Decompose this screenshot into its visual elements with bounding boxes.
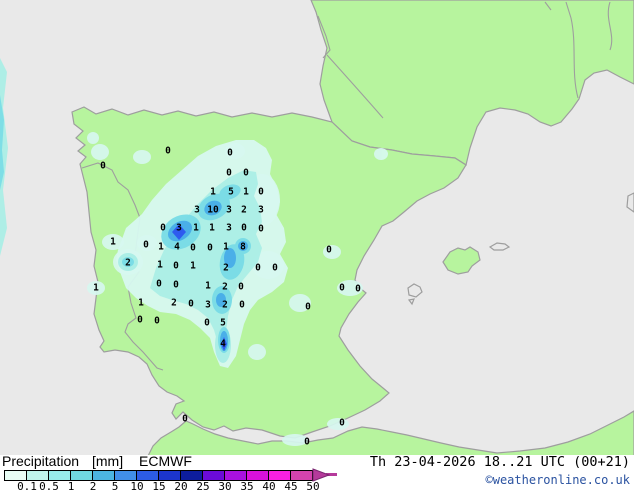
- legend-cell: [291, 471, 312, 480]
- legend-cell: [49, 471, 71, 480]
- legend-cell: [247, 471, 269, 480]
- legend-cell: [5, 471, 27, 480]
- precip-value: 1: [223, 242, 229, 253]
- precip-value: 10: [207, 205, 219, 216]
- precip-value: 1: [110, 237, 116, 248]
- precip-value: 3: [258, 205, 264, 216]
- precip-value: 0: [326, 245, 332, 256]
- precip-value: 0: [339, 418, 345, 429]
- precip-value: 3: [194, 205, 200, 216]
- precip-value: 4: [220, 339, 226, 350]
- precip-value: 3: [205, 300, 211, 311]
- precip-value: 1: [193, 223, 199, 234]
- precip-value: 0: [137, 315, 143, 326]
- unit-label: [mm]: [92, 453, 124, 469]
- precip-value: 1: [190, 261, 196, 272]
- precip-value: 0: [100, 161, 106, 172]
- legend-cell: [203, 471, 225, 480]
- datetime-label: Th 23-04-2026 18..21 UTC (00+21): [369, 454, 630, 470]
- precip-value: 0: [173, 280, 179, 291]
- precip-value: 0: [143, 240, 149, 251]
- precip-value: 1: [158, 242, 164, 253]
- precip-value: 0: [160, 223, 166, 234]
- precip-value: 0: [355, 284, 361, 295]
- precip-value: 0: [258, 187, 264, 198]
- precip-value: 2: [222, 300, 228, 311]
- map-canvas: 0 000 01 5 1 03 10 3 2 30 3 1 1 3 0 01 0 1 4 0 0 1 8 02 1 0 1 2 0 01 0…: [0, 0, 634, 456]
- legend-strip: Precipitation [mm] ECMWF Th 23-04-2026 1…: [0, 453, 634, 490]
- legend-cell: [93, 471, 115, 480]
- copyright-label: ©weatheronline.co.uk: [485, 473, 631, 487]
- precip-value: 0: [207, 243, 213, 254]
- legend-cell: [181, 471, 203, 480]
- precip-value: 0: [305, 302, 311, 313]
- legend-tick-label: 50: [306, 480, 320, 490]
- precip-value: 1: [209, 223, 215, 234]
- precip-value: 0: [190, 243, 196, 254]
- precip-value: 2: [171, 298, 177, 309]
- precip-value: 1: [210, 187, 216, 198]
- precip-value: 3: [226, 223, 232, 234]
- precip-value: 0: [304, 437, 310, 448]
- precip-value: 0: [238, 282, 244, 293]
- precip-value: 0: [165, 146, 171, 157]
- precip-value: 1: [205, 281, 211, 292]
- legend-cell: [137, 471, 159, 480]
- precip-value: 0: [204, 318, 210, 329]
- precip-value: 1: [157, 260, 163, 271]
- product-title: Precipitation: [2, 453, 80, 469]
- precip-value: 5: [220, 318, 226, 329]
- precip-value: 0: [156, 279, 162, 290]
- precip-value: 1: [93, 283, 99, 294]
- precip-value: 0: [173, 261, 179, 272]
- legend-cell: [269, 471, 291, 480]
- legend-cell: [27, 471, 49, 480]
- legend-cell: [71, 471, 93, 480]
- precip-value: 2: [241, 205, 247, 216]
- precip-value: 0: [182, 414, 188, 425]
- legend-cell: [159, 471, 181, 480]
- precip-value: 0: [188, 299, 194, 310]
- precip-value: 5: [228, 187, 234, 198]
- precip-value: 2: [125, 258, 131, 269]
- precip-value: 0: [239, 300, 245, 311]
- legend-cell: [115, 471, 137, 480]
- precip-value: 0: [272, 263, 278, 274]
- precip-value: 3: [176, 223, 182, 234]
- precip-value: 3: [226, 205, 232, 216]
- precip-value: 0: [339, 283, 345, 294]
- precip-value: 0: [227, 148, 233, 159]
- precip-value: 0: [258, 224, 264, 235]
- precip-value: 2: [223, 263, 229, 274]
- precip-value: 0: [154, 316, 160, 327]
- weather-map-screenshot: 0 0 0 0 0 1 5 1 0 3 10 3 2 3 0 3 1 1 3 0 0 1 0 1 4 0 0 1 8 0 2 1 0 1 2 0 0 1 0…: [0, 0, 634, 490]
- precip-value: 2: [222, 282, 228, 293]
- precip-value: 8: [240, 242, 246, 253]
- precip-value: 0: [226, 168, 232, 179]
- precip-value: 4: [174, 242, 180, 253]
- precip-value: 0: [255, 263, 261, 274]
- precip-value: 1: [138, 298, 144, 309]
- precip-value: 1: [243, 187, 249, 198]
- model-label: ECMWF: [139, 453, 192, 469]
- legend-cell: [225, 471, 247, 480]
- precip-value: 0: [241, 223, 247, 234]
- precip-value: 0: [243, 168, 249, 179]
